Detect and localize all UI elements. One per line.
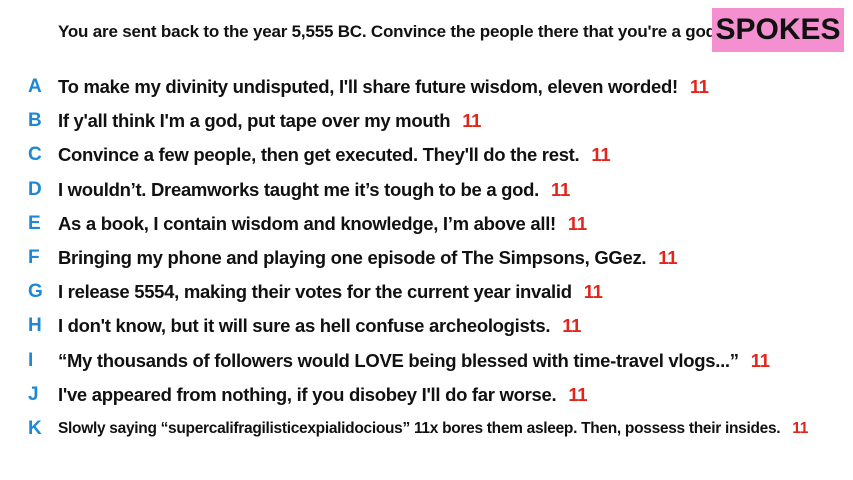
- answer-score: 11: [658, 247, 678, 269]
- answer-text: I wouldn’t. Dreamworks taught me it’s to…: [58, 178, 570, 200]
- answer-score: 11: [462, 110, 482, 132]
- answer-f: F Bringing my phone and playing one epis…: [0, 241, 853, 275]
- answer-c: C Convince a few people, then get execut…: [0, 138, 853, 172]
- answer-text: I've appeared from nothing, if you disob…: [58, 383, 588, 405]
- answer-letter: J: [28, 383, 39, 405]
- answer-text: To make my divinity undisputed, I'll sha…: [58, 76, 709, 98]
- answer-a: A To make my divinity undisputed, I'll s…: [0, 70, 853, 104]
- answer-letter: G: [28, 281, 43, 303]
- answer-letter: D: [28, 178, 42, 200]
- answer-letter: F: [28, 247, 40, 269]
- answer-list: A To make my divinity undisputed, I'll s…: [0, 70, 853, 446]
- answer-b: B If y'all think I'm a god, put tape ove…: [0, 104, 853, 138]
- answer-text: Slowly saying “supercalifragilisticexpia…: [58, 419, 809, 437]
- answer-g: G I release 5554, making their votes for…: [0, 275, 853, 309]
- answer-d: D I wouldn’t. Dreamworks taught me it’s …: [0, 173, 853, 207]
- answer-letter: C: [28, 144, 42, 166]
- answer-text: As a book, I contain wisdom and knowledg…: [58, 212, 587, 234]
- answer-letter: E: [28, 212, 41, 234]
- answer-score: 11: [568, 383, 588, 405]
- answer-score: 11: [792, 419, 809, 437]
- answer-score: 11: [583, 281, 603, 303]
- answer-letter: H: [28, 315, 42, 337]
- answer-letter: B: [28, 110, 42, 132]
- answer-score: 11: [562, 315, 582, 337]
- answer-text: If y'all think I'm a god, put tape over …: [58, 110, 482, 132]
- answer-score: 11: [551, 178, 570, 200]
- answer-j: J I've appeared from nothing, if you dis…: [0, 378, 853, 412]
- spokes-logo: SPOKES: [712, 8, 844, 52]
- answer-score: 11: [591, 144, 611, 166]
- answer-text: I don't know, but it will sure as hell c…: [58, 315, 582, 337]
- answer-text: Convince a few people, then get executed…: [58, 144, 611, 166]
- answer-score: 11: [689, 76, 709, 98]
- answer-i: I “My thousands of followers would LOVE …: [0, 344, 853, 378]
- answer-text: Bringing my phone and playing one episod…: [58, 247, 678, 269]
- answer-h: H I don't know, but it will sure as hell…: [0, 309, 853, 343]
- answer-text: “My thousands of followers would LOVE be…: [58, 349, 770, 371]
- answer-letter: K: [28, 417, 42, 439]
- answer-score: 11: [567, 212, 587, 234]
- answer-score: 11: [750, 349, 770, 371]
- answer-letter: A: [28, 76, 42, 98]
- answer-letter: I: [28, 349, 34, 371]
- answer-e: E As a book, I contain wisdom and knowle…: [0, 207, 853, 241]
- answer-text: I release 5554, making their votes for t…: [58, 281, 603, 303]
- answer-k: K Slowly saying “supercalifragilisticexp…: [0, 412, 853, 446]
- prompt-text: You are sent back to the year 5,555 BC. …: [58, 22, 721, 41]
